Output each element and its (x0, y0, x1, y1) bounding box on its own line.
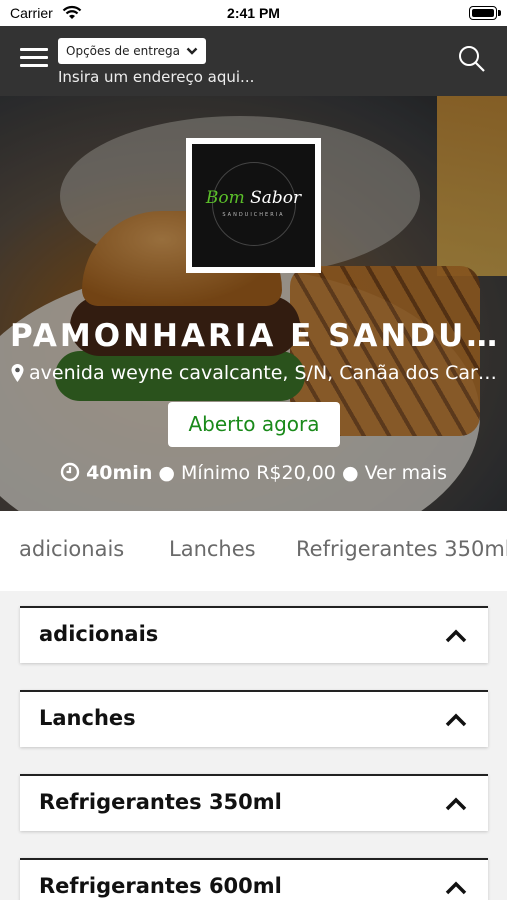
restaurant-logo: Bom Sabor SANDUICHERIA (186, 138, 321, 273)
logo-subtext: SANDUICHERIA (222, 212, 285, 218)
map-pin-icon (11, 364, 24, 382)
separator: ● (158, 462, 175, 484)
chevron-up-icon (445, 713, 467, 727)
section-refrigerantes-350ml[interactable]: Refrigerantes 350ml (20, 774, 488, 831)
logo-brand: Bom Sabor (205, 188, 302, 208)
chevron-up-icon (445, 881, 467, 895)
restaurant-info-line: 40min ● Mínimo R$20,00 ● Ver mais (0, 462, 507, 484)
section-refrigerantes-600ml[interactable]: Refrigerantes 600ml (20, 858, 488, 900)
section-title: Lanches (39, 706, 136, 730)
address-input[interactable] (58, 66, 418, 88)
clock-icon (60, 462, 80, 482)
section-title: adicionais (39, 622, 159, 646)
section-lanches[interactable]: Lanches (20, 690, 488, 747)
category-tabs: adicionais Lanches Refrigerantes 350ml (0, 511, 507, 591)
minimum-order: Mínimo R$20,00 (181, 462, 336, 484)
address-text: avenida weyne cavalcante, S/N, Canãa dos… (29, 362, 500, 384)
chevron-down-icon (186, 47, 198, 55)
restaurant-address: avenida weyne cavalcante, S/N, Canãa dos… (10, 362, 500, 384)
tab-adicionais[interactable]: adicionais (19, 537, 124, 561)
separator: ● (341, 462, 359, 484)
section-title: Refrigerantes 350ml (39, 790, 282, 814)
clock-time: 2:41 PM (227, 5, 280, 21)
battery-icon (469, 6, 501, 20)
section-title: Refrigerantes 600ml (39, 874, 282, 898)
status-bar: Carrier 2:41 PM (0, 0, 507, 26)
delivery-options-label: Opções de entrega (66, 44, 180, 58)
tab-lanches[interactable]: Lanches (169, 537, 256, 561)
hamburger-menu-icon[interactable] (20, 48, 48, 72)
delivery-time: 40min (86, 462, 153, 484)
chevron-up-icon (445, 797, 467, 811)
see-more-link[interactable]: Ver mais (365, 462, 447, 484)
search-icon[interactable] (457, 44, 487, 74)
tab-refrigerantes-350ml[interactable]: Refrigerantes 350ml (296, 537, 507, 561)
delivery-options-dropdown[interactable]: Opções de entrega (58, 38, 206, 64)
chevron-up-icon (445, 629, 467, 643)
app-header: Opções de entrega (0, 26, 507, 96)
open-status-badge: Aberto agora (168, 402, 340, 447)
section-adicionais[interactable]: adicionais (20, 606, 488, 663)
restaurant-name: PAMONHARIA E SANDUICHERIA BOM SABOR (10, 318, 502, 354)
